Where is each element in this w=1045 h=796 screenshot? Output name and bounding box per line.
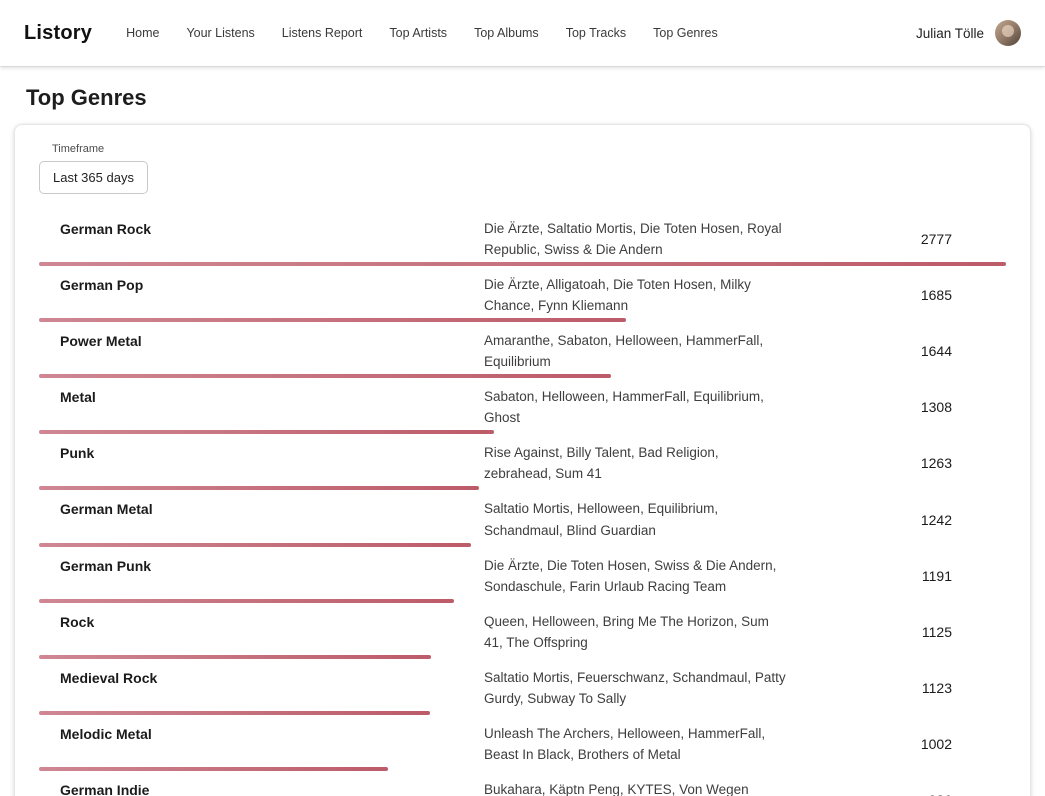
genre-count: 1123 <box>922 680 1006 696</box>
genre-count: 1308 <box>921 399 1006 415</box>
top-navbar: Listory Home Your Listens Listens Report… <box>0 0 1045 66</box>
genre-artists: Amaranthe, Sabaton, Helloween, HammerFal… <box>484 330 789 372</box>
genre-artists: Saltatio Mortis, Feuerschwanz, Schandmau… <box>484 667 789 709</box>
user-menu[interactable]: Julian Tölle <box>916 20 1021 46</box>
genre-name: German Indie <box>39 779 484 796</box>
genre-name: Melodic Metal <box>39 723 484 765</box>
user-name: Julian Tölle <box>916 26 984 41</box>
timeframe-select[interactable]: Last 365 days <box>39 161 148 194</box>
genre-row: Medieval Rock Saltatio Mortis, Feuerschw… <box>39 659 1006 715</box>
genre-count: 1685 <box>921 287 1006 303</box>
genre-row: German Pop Die Ärzte, Alligatoah, Die To… <box>39 266 1006 322</box>
genre-row: Melodic Metal Unleash The Archers, Hello… <box>39 715 1006 771</box>
genre-count: 2777 <box>921 231 1006 247</box>
genre-artists: Queen, Helloween, Bring Me The Horizon, … <box>484 611 789 653</box>
genre-count: 926 <box>929 792 1006 796</box>
genre-artists: Bukahara, Käptn Peng, KYTES, Von Wegen L… <box>484 779 789 796</box>
genre-count: 1002 <box>921 736 1006 752</box>
genre-name: Medieval Rock <box>39 667 484 709</box>
nav-item-top-artists[interactable]: Top Artists <box>389 26 447 40</box>
genre-name: German Pop <box>39 274 484 316</box>
main-nav: Home Your Listens Listens Report Top Art… <box>126 26 916 40</box>
nav-item-listens-report[interactable]: Listens Report <box>282 26 363 40</box>
genre-name: Power Metal <box>39 330 484 372</box>
genre-name: German Metal <box>39 498 484 540</box>
genre-row: German Rock Die Ärzte, Saltatio Mortis, … <box>39 210 1006 266</box>
nav-item-top-albums[interactable]: Top Albums <box>474 26 539 40</box>
genre-count: 1263 <box>921 455 1006 471</box>
genre-artists: Die Ärzte, Die Toten Hosen, Swiss & Die … <box>484 555 789 597</box>
top-genres-card: Timeframe Last 365 days German Rock Die … <box>14 124 1031 796</box>
genre-row: Power Metal Amaranthe, Sabaton, Hellowee… <box>39 322 1006 378</box>
app-logo[interactable]: Listory <box>24 22 92 45</box>
user-avatar[interactable] <box>995 20 1021 46</box>
timeframe-label: Timeframe <box>52 143 1006 155</box>
genre-list: German Rock Die Ärzte, Saltatio Mortis, … <box>39 210 1006 796</box>
genre-count: 1644 <box>921 343 1006 359</box>
nav-item-top-genres[interactable]: Top Genres <box>653 26 718 40</box>
genre-row: Metal Sabaton, Helloween, HammerFall, Eq… <box>39 378 1006 434</box>
nav-item-your-listens[interactable]: Your Listens <box>186 26 254 40</box>
genre-row: Rock Queen, Helloween, Bring Me The Hori… <box>39 603 1006 659</box>
genre-artists: Sabaton, Helloween, HammerFall, Equilibr… <box>484 386 789 428</box>
genre-name: German Punk <box>39 555 484 597</box>
genre-row: German Metal Saltatio Mortis, Helloween,… <box>39 490 1006 546</box>
genre-row: German Punk Die Ärzte, Die Toten Hosen, … <box>39 547 1006 603</box>
genre-name: German Rock <box>39 218 484 260</box>
genre-artists: Die Ärzte, Saltatio Mortis, Die Toten Ho… <box>484 218 789 260</box>
genre-count: 1191 <box>922 568 1006 584</box>
genre-name: Metal <box>39 386 484 428</box>
genre-artists: Rise Against, Billy Talent, Bad Religion… <box>484 442 789 484</box>
genre-name: Rock <box>39 611 484 653</box>
genre-count: 1125 <box>922 624 1006 640</box>
genre-artists: Unleash The Archers, Helloween, HammerFa… <box>484 723 789 765</box>
genre-count: 1242 <box>921 512 1006 528</box>
nav-item-top-tracks[interactable]: Top Tracks <box>566 26 626 40</box>
page-title: Top Genres <box>26 85 1019 111</box>
genre-row: German Indie Bukahara, Käptn Peng, KYTES… <box>39 771 1006 796</box>
genre-artists: Saltatio Mortis, Helloween, Equilibrium,… <box>484 498 789 540</box>
nav-item-home[interactable]: Home <box>126 26 159 40</box>
genre-row: Punk Rise Against, Billy Talent, Bad Rel… <box>39 434 1006 490</box>
genre-artists: Die Ärzte, Alligatoah, Die Toten Hosen, … <box>484 274 789 316</box>
genre-name: Punk <box>39 442 484 484</box>
